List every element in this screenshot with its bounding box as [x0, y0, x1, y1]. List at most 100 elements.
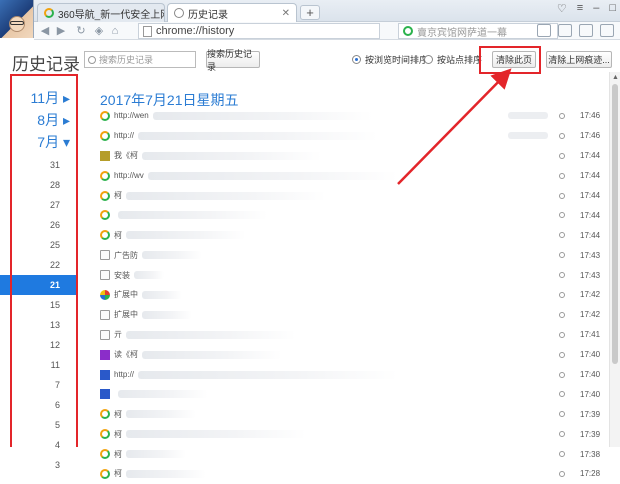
search-site-icon[interactable]	[559, 470, 565, 477]
new-tab-button[interactable]: +	[300, 5, 320, 20]
visit-time: 17:46	[580, 131, 601, 141]
history-row[interactable]: 扩展中 17:42	[96, 285, 606, 305]
address-bar[interactable]: chrome://history	[138, 23, 380, 39]
search-history-button[interactable]: 搜索历史记录	[206, 49, 260, 72]
favicon-icon	[100, 349, 110, 360]
search-site-icon[interactable]	[559, 212, 565, 219]
history-title[interactable]: 扩展中	[114, 309, 138, 320]
search-site-icon[interactable]	[559, 152, 565, 159]
history-row[interactable]: 扩展中 17:42	[96, 305, 606, 325]
skin-icon[interactable]: ♡	[557, 2, 567, 15]
history-row[interactable]: http:// 17:46	[96, 126, 606, 146]
visit-time: 17:42	[580, 290, 601, 300]
search-site-icon[interactable]	[559, 371, 565, 378]
close-tab-icon[interactable]: ✕	[282, 8, 290, 19]
redacted-text	[126, 430, 306, 439]
history-row[interactable]: http://wen 17:46	[96, 106, 606, 126]
tab-360-navigation[interactable]: 360导航_新一代安全上网导航 ✕	[37, 3, 165, 22]
search-site-icon[interactable]	[559, 232, 565, 239]
history-row[interactable]: 安装 17:43	[96, 265, 606, 285]
history-title[interactable]: 扩展中	[114, 289, 138, 300]
history-title[interactable]: http://wv	[114, 171, 144, 180]
history-row[interactable]: 柯 17:28	[96, 464, 606, 484]
mail-icon[interactable]	[579, 24, 593, 37]
history-title[interactable]: http://	[114, 370, 134, 379]
back-icon[interactable]: ◀	[38, 24, 52, 38]
history-title[interactable]: 柯	[114, 409, 122, 420]
search-site-icon[interactable]	[559, 431, 565, 438]
home-icon[interactable]: ⌂	[108, 24, 122, 38]
search-site-icon[interactable]	[559, 391, 565, 398]
favicon-icon	[100, 270, 110, 281]
toolbar-icons	[537, 24, 614, 37]
forward-icon[interactable]: ▶	[54, 24, 68, 38]
sort-by-site-radio[interactable]: 按站点排序	[424, 53, 482, 66]
redacted-text	[118, 211, 268, 220]
menu-icon[interactable]: ≡	[577, 2, 583, 15]
address-text: chrome://history	[156, 25, 235, 37]
history-title[interactable]: 柯	[114, 190, 122, 201]
search-site-icon[interactable]	[559, 351, 565, 358]
history-row[interactable]: http:// 17:40	[96, 365, 606, 385]
maximize-icon[interactable]: □	[609, 2, 616, 15]
history-title[interactable]: http://wen	[114, 111, 149, 120]
history-title[interactable]: 柯	[114, 429, 122, 440]
refresh-icon[interactable]: ↻	[74, 24, 88, 38]
redacted-text	[138, 131, 379, 140]
history-title[interactable]: 亓	[114, 329, 122, 340]
visit-time: 17:44	[580, 210, 601, 220]
history-row[interactable]: 亓 17:41	[96, 325, 606, 345]
scroll-up-icon[interactable]: ▲	[612, 74, 619, 81]
minimize-icon[interactable]: –	[593, 2, 599, 15]
history-row[interactable]: 柯 17:44	[96, 225, 606, 245]
history-row[interactable]: 柯 17:39	[96, 424, 606, 444]
user-avatar[interactable]	[0, 0, 34, 38]
search-site-icon[interactable]	[559, 451, 565, 458]
search-site-icon[interactable]	[559, 132, 565, 139]
favicon-icon	[100, 289, 110, 300]
history-row[interactable]: 我《柯 17:44	[96, 146, 606, 166]
history-row[interactable]: 柯 17:44	[96, 186, 606, 206]
search-site-icon[interactable]	[559, 331, 565, 338]
sort-by-time-radio[interactable]: 按浏览时间排序	[352, 53, 428, 66]
clear-browsing-traces-button[interactable]: 清除上网痕迹...	[546, 51, 612, 68]
history-search-input[interactable]: 搜索历史记录	[84, 51, 196, 68]
tools-icon[interactable]	[600, 24, 614, 37]
search-site-icon[interactable]	[559, 112, 565, 119]
history-title[interactable]: 读《柯	[114, 349, 138, 360]
history-row[interactable]: 柯 17:39	[96, 404, 606, 424]
user-icon[interactable]	[537, 24, 551, 37]
visit-time: 17:41	[580, 330, 601, 340]
favicon-icon	[100, 250, 110, 261]
browser-search-box[interactable]: 賣京宾馆网萨道一幕	[398, 23, 558, 39]
history-title[interactable]: 柯	[114, 468, 122, 479]
search-site-icon[interactable]	[559, 192, 565, 199]
history-row[interactable]: 17:44	[96, 205, 606, 225]
search-site-icon[interactable]	[559, 411, 565, 418]
shield-icon[interactable]: ◈	[92, 24, 106, 38]
history-title[interactable]: 广告防	[114, 250, 138, 261]
history-title[interactable]: http://	[114, 131, 134, 140]
history-title[interactable]: 安装	[114, 270, 130, 281]
history-row[interactable]: http://wv 17:44	[96, 166, 606, 186]
history-row[interactable]: 17:40	[96, 384, 606, 404]
history-row[interactable]: 广告防 17:43	[96, 245, 606, 265]
history-title[interactable]: 我《柯	[114, 150, 138, 161]
history-title[interactable]: 柯	[114, 230, 122, 241]
apps-icon[interactable]	[558, 24, 572, 37]
redacted-domain	[508, 132, 548, 140]
search-site-icon[interactable]	[559, 172, 565, 179]
search-site-icon[interactable]	[559, 252, 565, 259]
scrollbar[interactable]: ▲	[609, 72, 620, 447]
search-site-icon[interactable]	[559, 311, 565, 318]
history-row[interactable]: 柯 17:38	[96, 444, 606, 464]
favicon-icon	[100, 130, 110, 141]
redacted-text	[126, 469, 206, 478]
search-site-icon[interactable]	[559, 291, 565, 298]
search-site-icon[interactable]	[559, 272, 565, 279]
history-row[interactable]: 读《柯 17:40	[96, 345, 606, 365]
scrollbar-thumb[interactable]	[612, 84, 618, 364]
day-item[interactable]: 3	[0, 455, 78, 475]
tab-history[interactable]: 历史记录 ✕	[167, 3, 297, 22]
history-title[interactable]: 柯	[114, 449, 122, 460]
